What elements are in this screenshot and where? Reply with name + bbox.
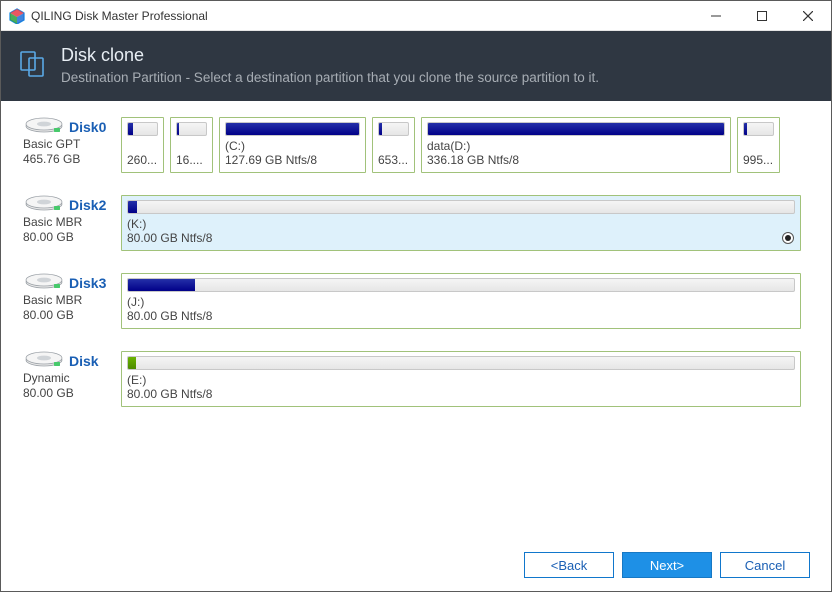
partition-label: (E:) <box>127 373 795 387</box>
disk-size: 80.00 GB <box>23 308 113 323</box>
disk-row: Disk Dynamic80.00 GB (E:)80.00 GB Ntfs/8 <box>23 351 809 407</box>
disk-type: Dynamic <box>23 371 113 386</box>
usage-bar <box>427 122 725 136</box>
usage-bar <box>176 122 207 136</box>
cancel-button[interactable]: Cancel <box>720 552 810 578</box>
hard-disk-icon <box>23 273 65 293</box>
partition-size: 127.69 GB Ntfs/8 <box>225 153 360 167</box>
partition-label: (C:) <box>225 139 360 153</box>
page-title: Disk clone <box>61 45 599 66</box>
page-subtitle: Destination Partition - Select a destina… <box>61 70 599 85</box>
disk-info: Disk3 Basic MBR80.00 GB <box>23 273 113 329</box>
usage-bar <box>127 278 795 292</box>
selected-radio-icon <box>782 232 794 244</box>
app-logo-icon <box>9 8 25 24</box>
partition-size: 80.00 GB Ntfs/8 <box>127 387 795 401</box>
usage-bar <box>225 122 360 136</box>
usage-bar <box>127 200 795 214</box>
usage-bar <box>743 122 774 136</box>
partition-size: 80.00 GB Ntfs/8 <box>127 309 795 323</box>
partition[interactable]: (K:)80.00 GB Ntfs/8 <box>121 195 801 251</box>
partition[interactable]: (C:)127.69 GB Ntfs/8 <box>219 117 366 173</box>
partition-size: 336.18 GB Ntfs/8 <box>427 153 725 167</box>
close-button[interactable] <box>785 1 831 30</box>
usage-bar <box>127 356 795 370</box>
partitions: (K:)80.00 GB Ntfs/8 <box>121 195 809 251</box>
titlebar: QILING Disk Master Professional <box>1 1 831 31</box>
footer-buttons: <Back Next> Cancel <box>0 542 832 592</box>
partitions: (J:)80.00 GB Ntfs/8 <box>121 273 809 329</box>
partition-size: 653... <box>378 153 409 167</box>
next-button[interactable]: Next> <box>622 552 712 578</box>
disk-name: Disk <box>69 353 99 369</box>
partition-size: 16.... <box>176 153 207 167</box>
partition[interactable]: 653... <box>372 117 415 173</box>
disk-name: Disk3 <box>69 275 106 291</box>
disk-type: Basic MBR <box>23 293 113 308</box>
disk-size: 80.00 GB <box>23 386 113 401</box>
partitions: (E:)80.00 GB Ntfs/8 <box>121 351 809 407</box>
disk-info: Disk0 Basic GPT465.76 GB <box>23 117 113 173</box>
disk-row: Disk3 Basic MBR80.00 GB (J:)80.00 GB Ntfs/… <box>23 273 809 329</box>
partition-label: (J:) <box>127 295 795 309</box>
window-controls <box>693 1 831 30</box>
partitions: 260... 16.... (C:)127.69 GB Ntfs/8 653... da… <box>121 117 809 173</box>
partition[interactable]: (E:)80.00 GB Ntfs/8 <box>121 351 801 407</box>
hard-disk-icon <box>23 351 65 371</box>
partition-size: 260... <box>127 153 158 167</box>
disk-size: 465.76 GB <box>23 152 113 167</box>
maximize-button[interactable] <box>739 1 785 30</box>
page-header: Disk clone Destination Partition - Selec… <box>1 31 831 101</box>
disk-info: Disk Dynamic80.00 GB <box>23 351 113 407</box>
disk-list: Disk0 Basic GPT465.76 GB 260... 16.... (C:)1… <box>1 101 831 545</box>
disk-type: Basic MBR <box>23 215 113 230</box>
disk-info: Disk2 Basic MBR80.00 GB <box>23 195 113 251</box>
disk-clone-icon <box>19 49 47 77</box>
partition[interactable]: 16.... <box>170 117 213 173</box>
app-title: QILING Disk Master Professional <box>31 9 693 23</box>
partition-label: data(D:) <box>427 139 725 153</box>
disk-row: Disk0 Basic GPT465.76 GB 260... 16.... (C:)1… <box>23 117 809 173</box>
hard-disk-icon <box>23 117 65 137</box>
partition[interactable]: 995... <box>737 117 780 173</box>
hard-disk-icon <box>23 195 65 215</box>
disk-row: Disk2 Basic MBR80.00 GB (K:)80.00 GB Ntfs/… <box>23 195 809 251</box>
partition-size: 80.00 GB Ntfs/8 <box>127 231 795 245</box>
back-button[interactable]: <Back <box>524 552 614 578</box>
usage-bar <box>127 122 158 136</box>
disk-size: 80.00 GB <box>23 230 113 245</box>
disk-type: Basic GPT <box>23 137 113 152</box>
partition[interactable]: (J:)80.00 GB Ntfs/8 <box>121 273 801 329</box>
usage-bar <box>378 122 409 136</box>
partition-label: (K:) <box>127 217 795 231</box>
disk-name: Disk2 <box>69 197 106 213</box>
partition[interactable]: data(D:)336.18 GB Ntfs/8 <box>421 117 731 173</box>
disk-name: Disk0 <box>69 119 106 135</box>
minimize-button[interactable] <box>693 1 739 30</box>
partition[interactable]: 260... <box>121 117 164 173</box>
partition-size: 995... <box>743 153 774 167</box>
